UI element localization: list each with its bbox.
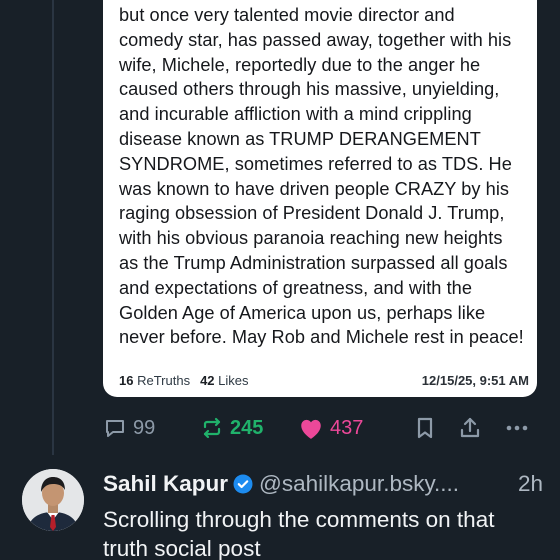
embed-likes-count: 42	[200, 373, 215, 388]
bookmark-button[interactable]	[414, 416, 436, 440]
avatar[interactable]	[22, 469, 84, 531]
repost-count: 245	[230, 416, 264, 439]
author-handle[interactable]: @sahilkapur.bsky....	[259, 471, 459, 497]
repost-icon	[200, 416, 224, 440]
repost-button[interactable]: 245	[200, 416, 263, 440]
post-timestamp[interactable]: 2h	[518, 471, 543, 497]
retruths-label: ReTruths	[137, 373, 191, 388]
embedded-post-meta: 16 ReTruths 42 Likes 12/15/25, 9:51 AM	[119, 373, 529, 388]
reply-icon	[103, 416, 127, 440]
post-text: Scrolling through the comments on that t…	[103, 507, 495, 560]
reply-count: 99	[133, 416, 156, 439]
embedded-post-text: but once very talented movie director an…	[119, 5, 524, 348]
embedded-post-date: 12/15/25, 9:51 AM	[421, 373, 529, 388]
reply-button[interactable]: 99	[103, 416, 155, 440]
verified-badge-icon	[233, 474, 253, 494]
heart-icon	[298, 416, 324, 440]
reply-post[interactable]: Sahil Kapur @sahilkapur.bsky.... 2h Scro…	[0, 455, 560, 560]
post-actions: 99 245 437	[103, 414, 543, 446]
like-count: 437	[330, 416, 364, 439]
more-icon	[504, 416, 530, 440]
embed-likes-label: Likes	[218, 373, 249, 388]
thread-line	[52, 0, 54, 455]
share-button[interactable]	[458, 416, 482, 440]
bookmark-icon	[414, 416, 436, 440]
like-button[interactable]: 437	[298, 416, 363, 440]
author-name[interactable]: Sahil Kapur	[103, 471, 228, 497]
retruths-count: 16	[119, 373, 134, 388]
share-icon	[458, 416, 482, 440]
post-header: Sahil Kapur @sahilkapur.bsky.... 2h	[103, 471, 543, 497]
embedded-post-screenshot[interactable]: but once very talented movie director an…	[103, 0, 537, 397]
more-options-button[interactable]	[504, 416, 530, 440]
